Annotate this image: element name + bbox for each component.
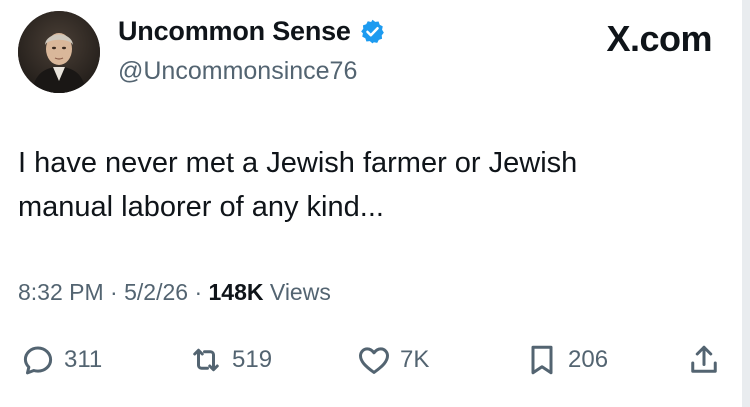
verified-badge-icon xyxy=(360,19,384,44)
author-handle[interactable]: @Uncommonsince76 xyxy=(118,57,357,86)
action-bar: 311 519 7K 206 xyxy=(0,338,750,386)
brand-logo: X.com xyxy=(606,18,712,59)
reply-count: 311 xyxy=(64,346,103,373)
tweet-text-line: I have never met a Jewish farmer or Jewi… xyxy=(18,147,578,179)
separator-dot: · xyxy=(103,279,125,305)
author-name-row: Uncommon Sense xyxy=(118,16,386,47)
views-label: Views xyxy=(269,279,331,305)
tweet-time[interactable]: 8:32 PM xyxy=(18,279,104,306)
tweet-text: I have never met a Jewish farmer or Jewi… xyxy=(18,141,718,229)
separator-dot: · xyxy=(188,279,209,305)
portrait-image xyxy=(18,11,100,93)
repost-button[interactable]: 519 xyxy=(188,338,272,382)
share-button[interactable] xyxy=(686,338,722,382)
repost-icon xyxy=(193,348,219,372)
bookmark-button[interactable]: 206 xyxy=(524,338,608,382)
repost-count: 519 xyxy=(232,346,273,373)
like-count: 7K xyxy=(400,346,430,373)
reply-button[interactable]: 311 xyxy=(20,338,102,382)
like-button[interactable]: 7K xyxy=(356,338,429,382)
views-count: 148K xyxy=(208,279,264,305)
bookmark-count: 206 xyxy=(568,346,609,373)
like-icon xyxy=(359,347,389,374)
tweet-text-line: manual laborer of any kind... xyxy=(18,191,384,223)
share-icon xyxy=(691,345,717,373)
tweet-metadata: 8:32 PM · 5/2/26 · 148K Views xyxy=(18,279,331,306)
avatar[interactable] xyxy=(18,11,100,93)
bookmark-icon xyxy=(531,345,553,375)
reply-icon xyxy=(23,346,53,375)
author-display-name[interactable]: Uncommon Sense xyxy=(118,16,351,47)
tweet-date[interactable]: 5/2/26 xyxy=(124,279,188,306)
